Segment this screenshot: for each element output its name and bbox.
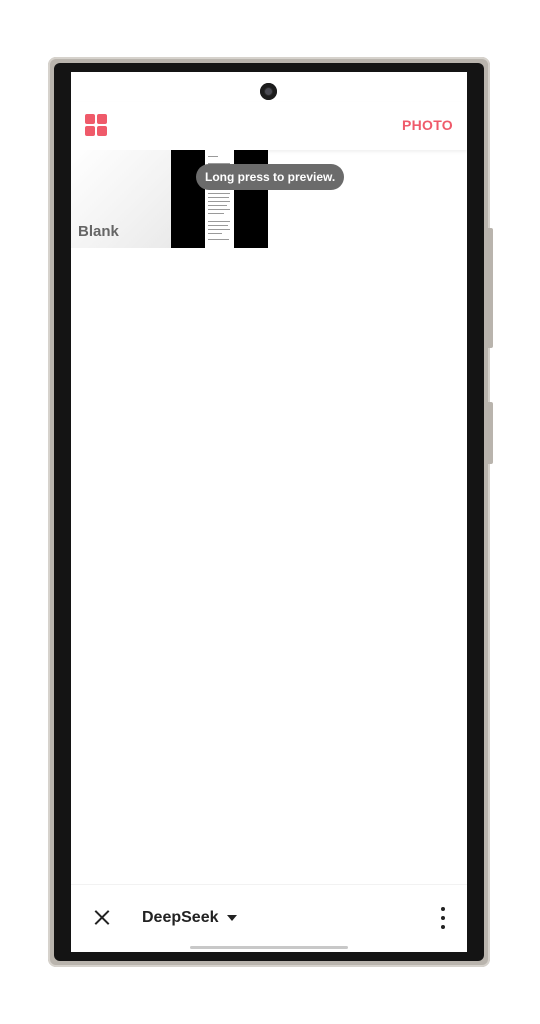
template-blank-label: Blank bbox=[78, 223, 119, 240]
top-bar: PHOTO bbox=[71, 102, 467, 150]
grid-icon[interactable] bbox=[85, 114, 107, 136]
volume-button bbox=[488, 228, 493, 348]
more-vertical-icon[interactable] bbox=[439, 907, 447, 929]
home-indicator[interactable] bbox=[190, 946, 348, 949]
photo-button[interactable]: PHOTO bbox=[402, 117, 453, 133]
close-icon[interactable] bbox=[91, 907, 113, 929]
front-camera bbox=[260, 83, 277, 100]
power-button bbox=[488, 402, 493, 464]
model-label: DeepSeek bbox=[142, 909, 219, 926]
preview-toast: Long press to preview. bbox=[196, 164, 345, 190]
caret-down-icon bbox=[226, 915, 237, 921]
model-dropdown[interactable]: DeepSeek bbox=[142, 907, 237, 929]
screen: PHOTO Blank Long press to preview. DeepS… bbox=[71, 72, 467, 952]
template-blank[interactable]: Blank bbox=[71, 150, 171, 248]
bottom-bar: DeepSeek bbox=[71, 884, 467, 952]
